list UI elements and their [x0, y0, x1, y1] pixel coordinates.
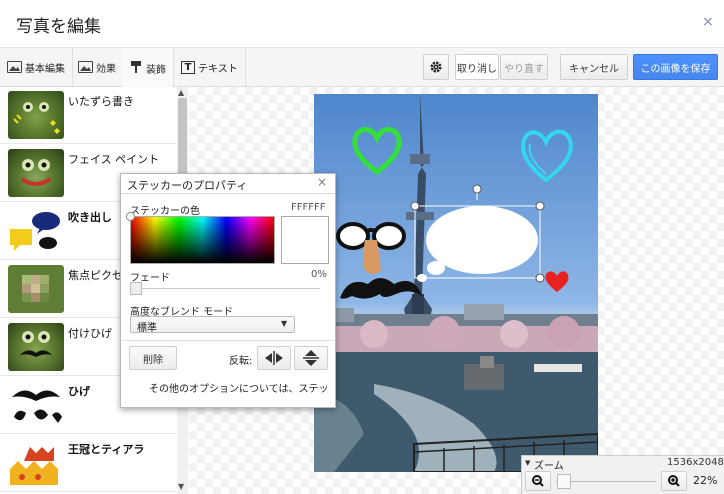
photo-basic-icon: [7, 61, 22, 73]
speech-bubbles-icon: [8, 207, 64, 255]
sidebar-item-label: 焦点ピクセ: [68, 269, 123, 282]
editor-toolbar: 基本編集 効果 装飾 T テキスト 取り消し やり直す キャンセル この画像を保…: [0, 47, 724, 88]
page-title: 写真を編集: [16, 17, 101, 37]
blend-mode-select[interactable]: 標準 ▼: [130, 316, 295, 334]
divider: [121, 340, 335, 341]
tab-effects[interactable]: 効果: [71, 48, 124, 86]
sidebar-item-label: いたずら書き: [68, 95, 134, 108]
frog-facepaint-icon: [8, 149, 64, 197]
scroll-down-icon[interactable]: ▼: [178, 482, 184, 491]
more-options-text: その他のオプションについては、ステッ: [149, 384, 329, 395]
fade-slider-track[interactable]: [130, 288, 320, 289]
tab-basic-edit[interactable]: 基本編集: [0, 48, 73, 86]
effects-icon: [78, 61, 93, 73]
sidebar-item-label: ひげ: [68, 385, 90, 398]
tab-text[interactable]: T テキスト: [174, 48, 246, 86]
tab-label: テキスト: [198, 63, 238, 75]
crown-icon: [8, 439, 64, 487]
fade-value: 0%: [311, 269, 327, 280]
tab-decorate[interactable]: 装飾: [122, 48, 174, 88]
close-icon[interactable]: ×: [702, 14, 714, 30]
zoom-out-icon: [532, 475, 544, 487]
tab-label: 基本編集: [25, 63, 65, 75]
sticker-properties-dialog: ステッカーのプロパティ × ステッカーの色 FFFFFF フェード 0% 高度な…: [120, 173, 336, 408]
save-button[interactable]: この画像を保存: [633, 54, 718, 80]
fade-slider-handle[interactable]: [130, 282, 142, 295]
frog-pixelate-icon: [8, 265, 64, 313]
color-spectrum-picker[interactable]: [130, 216, 275, 264]
color-hex-value: FFFFFF: [291, 202, 326, 213]
flip-label: 反転:: [229, 356, 253, 367]
color-picker-handle[interactable]: [126, 212, 135, 221]
collapse-triangle-icon[interactable]: ▼: [525, 459, 530, 467]
decorate-brush-icon: [129, 60, 143, 77]
sidebar-item-label: フェイス ペイント: [68, 153, 160, 166]
settings-button[interactable]: [423, 54, 449, 80]
frog-doodle-icon: [8, 91, 64, 139]
rotate-handle[interactable]: [472, 184, 482, 200]
scroll-up-icon[interactable]: ▲: [178, 88, 184, 97]
cyan-heart-sticker[interactable]: [518, 126, 574, 184]
image-dimensions: 1536x2048: [667, 457, 724, 468]
flip-vertical-icon: [303, 350, 319, 366]
undo-button[interactable]: 取り消し: [455, 54, 499, 80]
zoom-out-button[interactable]: [525, 471, 551, 491]
dialog-header: 写真を編集 ×: [0, 0, 724, 47]
frog-mustache-icon: [8, 323, 64, 371]
dialog-title: ステッカーのプロパティ: [127, 179, 248, 192]
divider: [121, 193, 335, 194]
green-heart-sticker[interactable]: [350, 124, 404, 176]
sidebar-item-doodle[interactable]: いたずら書き: [0, 87, 176, 144]
sidebar-item-label: 付けひげ: [68, 327, 112, 340]
zoom-label: ズーム: [534, 461, 564, 472]
zoom-panel: ▼ ズーム 1536x2048 22%: [521, 455, 724, 494]
text-icon: T: [181, 60, 195, 74]
chevron-down-icon: ▼: [281, 319, 288, 328]
delete-button[interactable]: 削除: [129, 346, 177, 370]
sidebar-item-label: 王冠とティアラ: [68, 443, 145, 456]
tab-label: 効果: [96, 63, 116, 75]
zoom-slider-handle[interactable]: [557, 474, 572, 489]
flip-horizontal-icon: [265, 351, 283, 365]
zoom-in-button[interactable]: [661, 471, 687, 491]
mustache-icon: [8, 381, 64, 429]
blend-mode-selected: 標準: [137, 323, 157, 334]
zoom-in-icon: [668, 475, 680, 487]
gear-icon: [430, 61, 442, 73]
zoom-percent: 22%: [693, 474, 718, 487]
close-icon[interactable]: ×: [317, 175, 327, 189]
color-label: ステッカーの色: [130, 206, 200, 217]
sidebar-item-label: 吹き出し: [68, 211, 112, 224]
tab-label: 装飾: [146, 64, 166, 76]
redo-button[interactable]: やり直す: [500, 54, 548, 80]
flip-vertical-button[interactable]: [294, 346, 328, 370]
cancel-button[interactable]: キャンセル: [560, 54, 628, 80]
color-preview-swatch: [281, 216, 329, 264]
flip-horizontal-button[interactable]: [257, 346, 291, 370]
speech-bubble-sticker[interactable]: [408, 198, 548, 290]
sidebar-item-crowns[interactable]: 王冠とティアラ: [0, 435, 176, 492]
